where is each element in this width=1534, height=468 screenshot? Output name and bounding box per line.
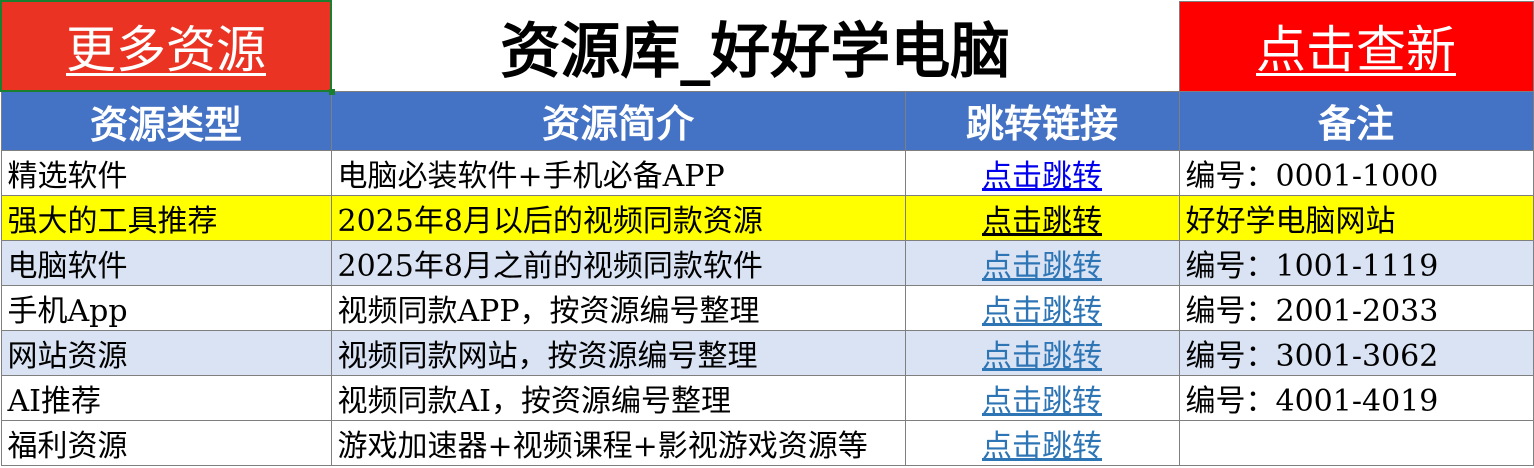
table-row: 福利资源 游戏加速器+视频课程+影视游戏资源等 点击跳转	[0, 420, 1534, 466]
resource-type-cell: 网站资源	[0, 330, 332, 376]
table-row: AI推荐 视频同款AI，按资源编号整理 点击跳转 编号：4001-4019	[0, 375, 1534, 421]
resource-type-cell: 手机App	[0, 285, 332, 331]
jump-link[interactable]: 点击跳转	[982, 204, 1102, 239]
note-cell: 编号：0001-1000	[1178, 150, 1534, 196]
jump-link[interactable]: 点击跳转	[982, 339, 1102, 374]
jump-link[interactable]: 点击跳转	[982, 159, 1102, 194]
column-header-row: 资源类型 资源简介 跳转链接 备注	[0, 90, 1534, 151]
resource-intro-cell: 电脑必装软件+手机必备APP	[330, 150, 906, 196]
spreadsheet-sheet: 更多资源 资源库_好好学电脑 点击查新 资源类型 资源简介 跳转链接 备注 精选…	[0, 0, 1534, 468]
more-resources-link[interactable]: 更多资源	[66, 21, 266, 79]
note-cell: 编号：4001-4019	[1178, 375, 1534, 421]
column-header-link: 跳转链接	[904, 90, 1180, 151]
jump-link-cell: 点击跳转	[904, 150, 1180, 196]
jump-link-cell: 点击跳转	[904, 375, 1180, 421]
resource-intro-cell: 视频同款AI，按资源编号整理	[330, 375, 906, 421]
jump-link[interactable]: 点击跳转	[982, 384, 1102, 419]
sheet-title: 资源库_好好学电脑	[330, 0, 1180, 92]
resource-intro-cell: 2025年8月以后的视频同款资源	[330, 195, 906, 241]
resource-intro-cell: 视频同款网站，按资源编号整理	[330, 330, 906, 376]
check-new-cell[interactable]: 点击查新	[1178, 0, 1534, 92]
table-row: 网站资源 视频同款网站，按资源编号整理 点击跳转 编号：3001-3062	[0, 330, 1534, 376]
table-row: 强大的工具推荐 2025年8月以后的视频同款资源 点击跳转 好好学电脑网站	[0, 195, 1534, 241]
resource-type-cell: 福利资源	[0, 420, 332, 466]
resource-intro-cell: 2025年8月之前的视频同款软件	[330, 240, 906, 286]
table-row: 电脑软件 2025年8月之前的视频同款软件 点击跳转 编号：1001-1119	[0, 240, 1534, 286]
note-cell: 好好学电脑网站	[1178, 195, 1534, 241]
jump-link-cell: 点击跳转	[904, 330, 1180, 376]
resource-type-cell: 精选软件	[0, 150, 332, 196]
check-new-link[interactable]: 点击查新	[1256, 21, 1456, 79]
resource-type-cell: AI推荐	[0, 375, 332, 421]
table-row: 精选软件 电脑必装软件+手机必备APP 点击跳转 编号：0001-1000	[0, 150, 1534, 196]
jump-link[interactable]: 点击跳转	[982, 429, 1102, 464]
note-cell: 编号：2001-2033	[1178, 285, 1534, 331]
resource-intro-cell: 游戏加速器+视频课程+影视游戏资源等	[330, 420, 906, 466]
jump-link-cell: 点击跳转	[904, 195, 1180, 241]
note-cell: 编号：1001-1119	[1178, 240, 1534, 286]
jump-link-cell: 点击跳转	[904, 240, 1180, 286]
jump-link[interactable]: 点击跳转	[982, 249, 1102, 284]
jump-link-cell: 点击跳转	[904, 420, 1180, 466]
column-header-note: 备注	[1178, 90, 1534, 151]
jump-link[interactable]: 点击跳转	[982, 294, 1102, 329]
column-header-intro: 资源简介	[330, 90, 906, 151]
resource-type-cell: 强大的工具推荐	[0, 195, 332, 241]
column-header-type: 资源类型	[0, 90, 332, 151]
table-row: 手机App 视频同款APP，按资源编号整理 点击跳转 编号：2001-2033	[0, 285, 1534, 331]
resource-intro-cell: 视频同款APP，按资源编号整理	[330, 285, 906, 331]
resource-table: 更多资源 资源库_好好学电脑 点击查新 资源类型 资源简介 跳转链接 备注 精选…	[0, 0, 1534, 466]
more-resources-cell[interactable]: 更多资源	[0, 0, 332, 92]
selection-fill-handle[interactable]	[329, 89, 335, 95]
note-cell	[1178, 420, 1534, 466]
jump-link-cell: 点击跳转	[904, 285, 1180, 331]
title-row: 更多资源 资源库_好好学电脑 点击查新	[0, 0, 1534, 92]
note-cell: 编号：3001-3062	[1178, 330, 1534, 376]
resource-type-cell: 电脑软件	[0, 240, 332, 286]
